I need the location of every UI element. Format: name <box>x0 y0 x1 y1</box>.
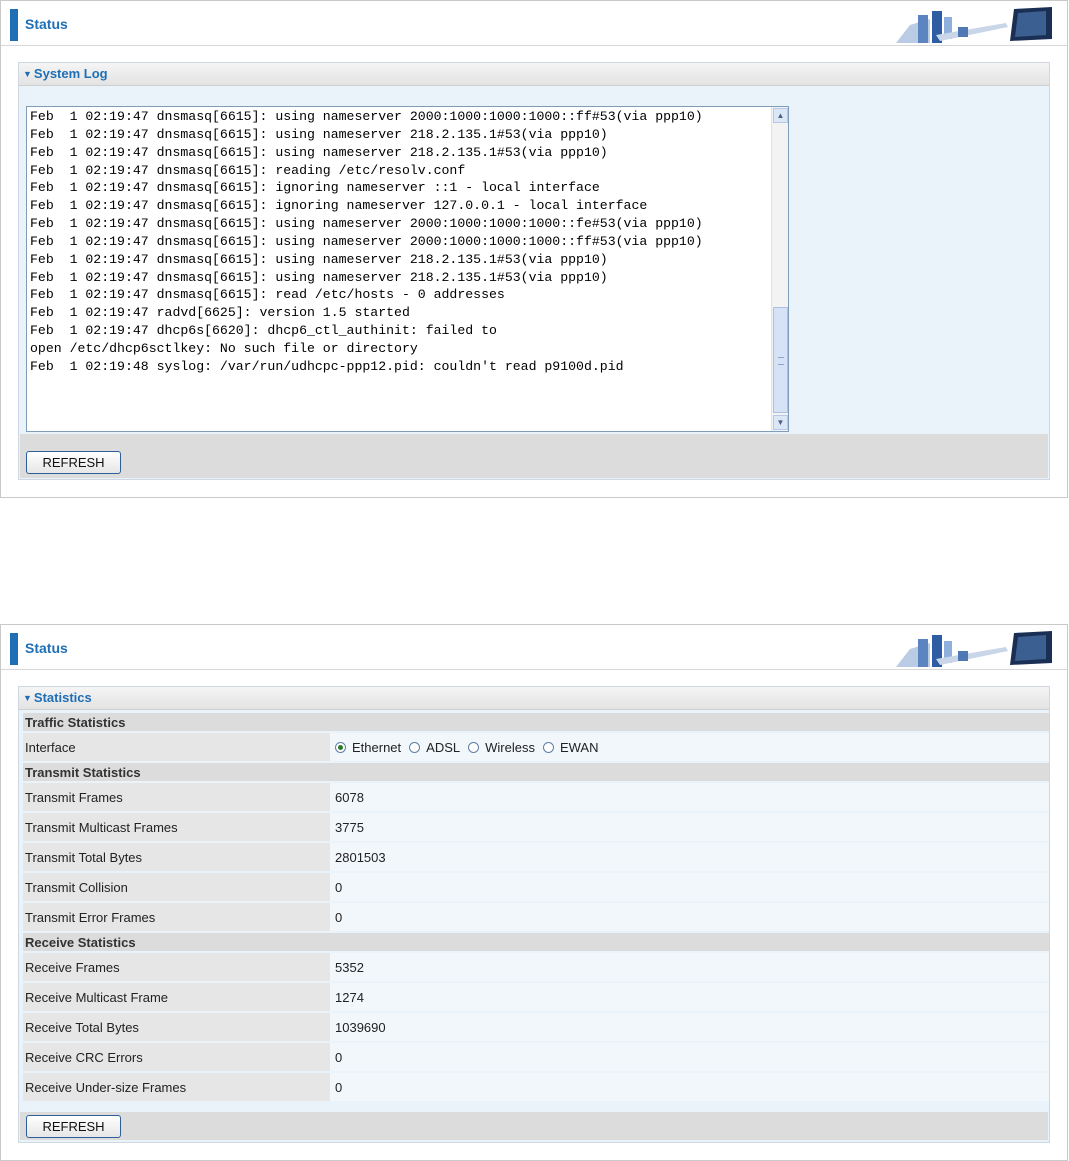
page-title: Status <box>25 640 68 656</box>
receive-stat-label: Receive Total Bytes <box>23 1013 330 1041</box>
collapse-caret-icon: ▼ <box>23 69 32 79</box>
transmit-stat-value: 6078 <box>330 783 1049 811</box>
interface-option-wireless[interactable]: Wireless <box>468 740 535 755</box>
transmit-stat-value: 0 <box>330 903 1049 931</box>
section-title[interactable]: ▼ Statistics <box>19 687 1049 710</box>
status-panel-statistics: Status ▼ Statistics Traffic Statistics In… <box>0 624 1068 1161</box>
transmit-stat-row: Transmit Multicast Frames 3775 <box>23 813 1049 841</box>
scroll-up-icon[interactable]: ▲ <box>773 108 788 123</box>
status-header: Status <box>1 625 1067 670</box>
radio-button-icon[interactable] <box>409 741 421 753</box>
status-header: Status <box>1 1 1067 46</box>
office-banner-image <box>896 631 1052 667</box>
statistics-section: ▼ Statistics Traffic Statistics Interface… <box>18 686 1050 1143</box>
thumb-grip-icon <box>778 357 784 365</box>
transmit-stat-label: Transmit Collision <box>23 873 330 901</box>
collapse-caret-icon: ▼ <box>23 693 32 703</box>
transmit-stat-row: Transmit Frames 6078 <box>23 783 1049 811</box>
radio-label: EWAN <box>559 739 599 755</box>
system-log-content: Feb 1 02:19:47 dnsmasq[6615]: using name… <box>30 109 703 374</box>
receive-stat-label: Receive Under-size Frames <box>23 1073 330 1101</box>
interface-label: Interface <box>23 733 330 761</box>
transmit-stat-label: Transmit Frames <box>23 783 330 811</box>
button-bar: REFRESH <box>20 1112 1048 1140</box>
transmit-stat-row: Transmit Collision 0 <box>23 873 1049 901</box>
radio-label: Wireless <box>485 739 535 755</box>
interface-option-ewan[interactable]: EWAN <box>542 739 599 755</box>
transmit-stat-value: 3775 <box>330 813 1049 841</box>
system-log-textarea[interactable]: Feb 1 02:19:47 dnsmasq[6615]: using name… <box>26 106 789 432</box>
receive-stat-label: Receive Frames <box>23 953 330 981</box>
receive-stat-value: 0 <box>330 1073 1049 1101</box>
transmit-stat-label: Transmit Multicast Frames <box>23 813 330 841</box>
transmit-stat-row: Transmit Error Frames 0 <box>23 903 1049 931</box>
receive-stat-value: 1039690 <box>330 1013 1049 1041</box>
section-title-label: System Log <box>33 66 108 81</box>
receive-stat-value: 5352 <box>330 953 1049 981</box>
traffic-statistics-header: Traffic Statistics <box>23 713 1049 731</box>
radio-label: ADSL <box>426 739 461 755</box>
interface-option-ethernet[interactable]: Ethernet <box>335 740 401 755</box>
system-log-section: ▼ System Log Feb 1 02:19:47 dnsmasq[6615]… <box>18 62 1050 480</box>
scroll-down-icon[interactable]: ▼ <box>773 415 788 430</box>
receive-stat-value: 1274 <box>330 983 1049 1011</box>
receive-stat-row: Receive Frames 5352 <box>23 953 1049 981</box>
refresh-button[interactable]: REFRESH <box>26 1115 121 1138</box>
page-title: Status <box>25 16 68 32</box>
receive-stat-row: Receive Multicast Frame 1274 <box>23 983 1049 1011</box>
section-title[interactable]: ▼ System Log <box>19 63 1049 86</box>
radio-label: Ethernet <box>352 739 402 755</box>
receive-stat-value: 0 <box>330 1043 1049 1071</box>
statistics-table: Traffic Statistics Interface Ethernet ADS… <box>23 711 1049 1103</box>
section-title-label: Statistics <box>33 690 92 705</box>
status-panel-system-log: Status ▼ System Log Feb 1 02:19:47 dnsmas… <box>0 0 1068 498</box>
radio-button-icon[interactable] <box>468 741 480 753</box>
receive-statistics-header: Receive Statistics <box>23 933 1049 951</box>
scrollbar-thumb[interactable] <box>773 307 788 413</box>
receive-stat-label: Receive CRC Errors <box>23 1043 330 1071</box>
office-banner-image <box>896 7 1052 43</box>
transmit-stat-label: Transmit Error Frames <box>23 903 330 931</box>
receive-stat-label: Receive Multicast Frame <box>23 983 330 1011</box>
interface-radio-group: Ethernet ADSL Wireless EWAN <box>330 733 1049 761</box>
receive-stat-row: Receive CRC Errors 0 <box>23 1043 1049 1071</box>
transmit-stat-value: 0 <box>330 873 1049 901</box>
interface-row: Interface Ethernet ADSL Wireless EWAN <box>23 733 1049 761</box>
transmit-stat-row: Transmit Total Bytes 2801503 <box>23 843 1049 871</box>
header-accent-bar <box>10 9 18 41</box>
log-scrollbar[interactable]: ▲ ▼ <box>771 107 788 431</box>
transmit-stat-value: 2801503 <box>330 843 1049 871</box>
radio-button-icon[interactable] <box>335 741 346 753</box>
interface-option-adsl[interactable]: ADSL <box>409 740 460 755</box>
button-bar: REFRESH <box>20 434 1048 478</box>
radio-button-icon[interactable] <box>542 741 554 753</box>
receive-stat-row: Receive Under-size Frames 0 <box>23 1073 1049 1101</box>
header-accent-bar <box>10 633 18 665</box>
refresh-button[interactable]: REFRESH <box>26 451 121 474</box>
transmit-stat-label: Transmit Total Bytes <box>23 843 330 871</box>
transmit-statistics-header: Transmit Statistics <box>23 763 1049 781</box>
receive-stat-row: Receive Total Bytes 1039690 <box>23 1013 1049 1041</box>
